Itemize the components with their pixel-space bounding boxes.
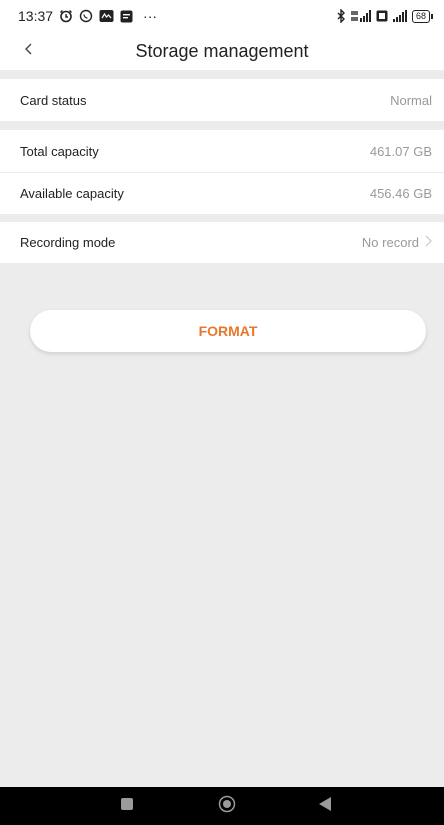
- card-status-value: Normal: [390, 92, 432, 108]
- back-nav-button[interactable]: [317, 796, 333, 817]
- status-right-group: 68: [337, 9, 434, 23]
- message-icon: [120, 10, 133, 23]
- signal-icon: [392, 10, 407, 22]
- whatsapp-icon: [79, 9, 93, 23]
- available-capacity-label: Available capacity: [20, 186, 124, 201]
- app-header: Storage management: [0, 32, 444, 70]
- home-circle-icon: [218, 795, 236, 818]
- status-left-group: 13:37 ···: [18, 8, 157, 24]
- alarm-icon: [59, 9, 73, 23]
- total-capacity-value: 461.07 GB: [369, 143, 432, 159]
- format-button[interactable]: FORMAT: [30, 310, 426, 352]
- battery-icon: 68: [411, 9, 434, 23]
- recording-mode-row[interactable]: Recording mode No record: [0, 222, 444, 263]
- back-triangle-icon: [318, 796, 332, 817]
- system-nav-bar: [0, 787, 444, 825]
- more-indicator: ···: [143, 8, 158, 24]
- chevron-left-icon: [24, 42, 34, 61]
- bluetooth-icon: [337, 9, 346, 23]
- recording-mode-value-group: No record: [362, 235, 432, 250]
- available-capacity-row: Available capacity 456.46 GB: [0, 173, 444, 214]
- total-capacity-label: Total capacity: [20, 143, 99, 159]
- recording-mode-value: No record: [361, 235, 419, 250]
- back-button[interactable]: [14, 36, 44, 66]
- signal-4g-icon: [350, 10, 371, 22]
- recording-mode-label: Recording mode: [20, 235, 116, 250]
- recents-button[interactable]: [119, 797, 135, 816]
- status-time: 13:37: [18, 8, 54, 24]
- chevron-right-icon: [425, 235, 432, 250]
- status-bar: 13:37 ··· 68: [0, 0, 444, 32]
- page-title: Storage management: [135, 40, 309, 61]
- app-icon: [99, 9, 114, 23]
- recents-square-icon: [120, 797, 134, 816]
- card-status-label: Card status: [20, 92, 87, 108]
- sim-icon: [376, 10, 388, 22]
- battery-level: 68: [415, 10, 426, 21]
- home-button[interactable]: [218, 795, 236, 818]
- card-status-row: Card status Normal: [0, 79, 444, 121]
- total-capacity-row: Total capacity 461.07 GB: [0, 130, 444, 172]
- available-capacity-value: 456.46 GB: [369, 186, 432, 201]
